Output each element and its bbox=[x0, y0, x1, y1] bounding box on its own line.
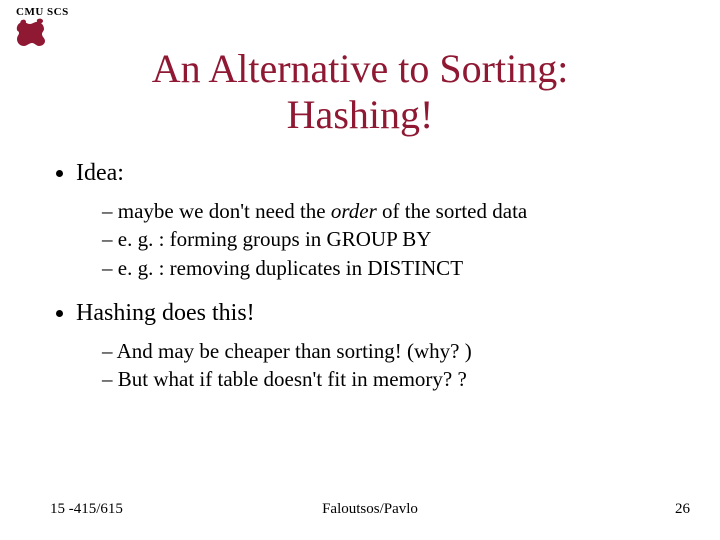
bullet-idea: Idea: maybe we don't need the order of t… bbox=[76, 160, 680, 282]
sub-idea-3: e. g. : removing duplicates in DISTINCT bbox=[102, 254, 680, 282]
slide-body: Idea: maybe we don't need the order of t… bbox=[50, 160, 680, 412]
footer-page: 26 bbox=[675, 501, 690, 518]
bullet-hashing-sublist: And may be cheaper than sorting! (why? )… bbox=[76, 337, 680, 394]
sub-idea-2: e. g. : forming groups in GROUP BY bbox=[102, 225, 680, 253]
footer-authors: Faloutsos/Pavlo bbox=[50, 501, 690, 518]
sub-hashing-1: And may be cheaper than sorting! (why? ) bbox=[102, 337, 680, 365]
bullet-list: Idea: maybe we don't need the order of t… bbox=[50, 160, 680, 394]
slide-footer: 15 -415/615 Faloutsos/Pavlo 26 bbox=[50, 501, 690, 518]
bullet-hashing: Hashing does this! And may be cheaper th… bbox=[76, 300, 680, 394]
bullet-idea-sublist: maybe we don't need the order of the sor… bbox=[76, 197, 680, 282]
sub-idea-1-post: of the sorted data bbox=[377, 199, 527, 223]
slide: CMU SCS An Alternative to Sorting: Hashi… bbox=[0, 0, 720, 540]
scotty-dog-icon bbox=[14, 18, 48, 48]
slide-title: An Alternative to Sorting: Hashing! bbox=[0, 46, 720, 138]
bullet-idea-label: Idea: bbox=[76, 160, 124, 186]
sub-idea-1-pre: maybe we don't need the bbox=[118, 199, 331, 223]
bullet-hashing-label: Hashing does this! bbox=[76, 300, 255, 326]
sub-hashing-2: But what if table doesn't fit in memory?… bbox=[102, 365, 680, 393]
org-label: CMU SCS bbox=[16, 6, 69, 18]
title-line-2: Hashing! bbox=[287, 92, 434, 137]
footer-course: 15 -415/615 bbox=[50, 501, 123, 518]
header: CMU SCS bbox=[14, 6, 69, 18]
title-line-1: An Alternative to Sorting: bbox=[152, 46, 569, 91]
sub-idea-1: maybe we don't need the order of the sor… bbox=[102, 197, 680, 225]
sub-idea-1-emph: order bbox=[331, 199, 377, 223]
